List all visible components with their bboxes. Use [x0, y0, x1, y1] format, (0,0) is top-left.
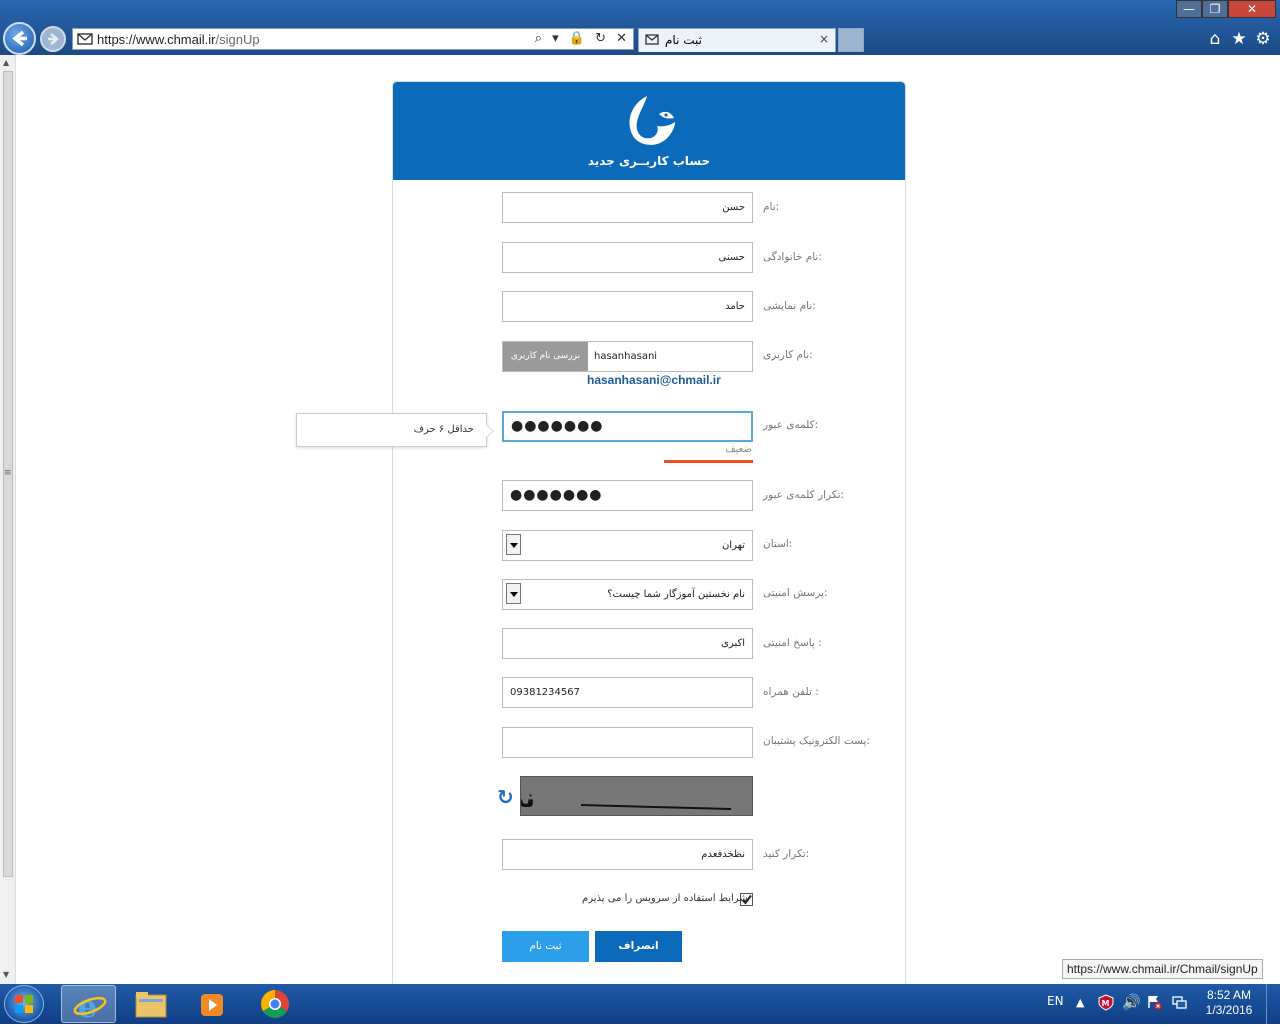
chevron-down-icon[interactable] [506, 534, 521, 555]
internet-explorer-icon: e [73, 990, 107, 1025]
taskbar-internet-explorer[interactable]: e [61, 985, 116, 1025]
captcha-graphic: نظاخدفعدم [391, 784, 732, 814]
security-answer-input[interactable]: اکبری [502, 628, 753, 659]
taskbar: e EN ▲ M 🔊 8:52 AM 1/3/2016 [0, 984, 1280, 1025]
cancel-button[interactable]: انصراف [595, 931, 682, 962]
display-name-input[interactable]: حامد [502, 291, 753, 322]
captcha-image: نظاخدفعدم [391, 776, 753, 816]
forward-icon [48, 33, 59, 45]
password-repeat-label: تکرار کلمه‌ی عبور: [763, 489, 845, 501]
taskbar-media-player[interactable] [185, 985, 240, 1023]
address-url: https://www.chmail.ir/signUp [97, 32, 260, 47]
status-bar-url: https://www.chmail.ir/Chmail/signUp [1062, 959, 1263, 979]
captcha-text: نظاخدفعدم [521, 784, 535, 814]
backup-email-label: پست الکترونیک پشتیبان: [763, 735, 870, 747]
forward-button[interactable] [40, 26, 66, 52]
tooltip-arrow-fill [486, 425, 493, 437]
system-clock[interactable]: 8:52 AM 1/3/2016 [1200, 988, 1258, 1018]
scroll-down-icon[interactable]: ▼ [3, 970, 9, 979]
mobile-label: تلفن همراه : [763, 686, 819, 698]
home-icon[interactable]: ⌂ [1206, 30, 1224, 48]
signup-title: حساب کاربــری جدید [587, 154, 711, 168]
tab-signup[interactable]: ثبت نام × [638, 28, 836, 52]
password-hint-tooltip: حداقل ۶ حرف [296, 413, 494, 447]
display-name-label: نام نمایشی: [763, 300, 816, 312]
svg-text:e: e [78, 990, 97, 1024]
gear-icon[interactable]: ⚙ [1254, 30, 1272, 48]
volume-icon[interactable]: 🔊 [1122, 993, 1141, 1011]
show-desktop-button[interactable] [1266, 984, 1280, 1024]
taskbar-chrome[interactable] [247, 985, 302, 1023]
clock-time: 8:52 AM [1206, 988, 1252, 1002]
media-player-icon [201, 994, 223, 1016]
username-email-preview: hasanhasani@chmail.ir [587, 373, 721, 387]
scroll-up-icon[interactable]: ▲ [3, 58, 9, 67]
terms-label: شرایط استفاده از سرویس را می پذیرم [582, 893, 748, 904]
windows-logo-icon [15, 995, 33, 1013]
url-prefix: https://www. [97, 32, 168, 47]
mobile-input[interactable]: 09381234567 [502, 677, 753, 708]
tab-title: ثبت نام [665, 33, 702, 47]
language-indicator[interactable]: EN [1047, 994, 1064, 1008]
captcha-repeat-label: تکرار کنید: [763, 848, 810, 860]
first-name-input[interactable]: حسن [502, 192, 753, 223]
mail-icon [77, 33, 93, 45]
address-bar[interactable]: https://www.chmail.ir/signUp ⌕ ▾ 🔒 ↻ ✕ [72, 28, 634, 50]
network-icon[interactable] [1171, 994, 1187, 1013]
security-question-label: پرسش امنیتی: [763, 587, 828, 599]
backup-email-input[interactable] [502, 727, 753, 758]
chmail-logo-icon [629, 96, 675, 145]
province-select[interactable]: تهران [502, 530, 753, 561]
maximize-button[interactable]: ❐ [1202, 0, 1228, 18]
chevron-down-icon[interactable] [506, 583, 521, 604]
first-name-label: نام: [763, 201, 780, 213]
captcha-refresh-icon[interactable]: ↻ [497, 785, 514, 809]
tray-expand-icon[interactable]: ▲ [1076, 996, 1084, 1009]
address-controls[interactable]: ⌕ ▾ 🔒 ↻ ✕ [535, 31, 630, 46]
url-path: /signUp [215, 32, 260, 47]
browser-chrome: https://www.chmail.ir/signUp ⌕ ▾ 🔒 ↻ ✕ ث… [0, 0, 1280, 55]
username-label: نام کاربری: [763, 349, 813, 361]
password-repeat-input[interactable]: ●●●●●●● [502, 480, 753, 511]
province-value: تهران [721, 540, 745, 551]
last-name-label: نام خانوادگی: [763, 251, 822, 263]
action-center-icon[interactable] [1146, 994, 1162, 1013]
antivirus-icon[interactable]: M [1098, 994, 1114, 1014]
security-answer-label: پاسخ امنیتی : [763, 637, 822, 649]
taskbar-file-explorer[interactable] [123, 985, 178, 1023]
clock-date: 1/3/2016 [1205, 1003, 1253, 1017]
back-button[interactable] [3, 22, 36, 55]
svg-text:M: M [1102, 999, 1110, 1008]
chrome-icon [261, 990, 289, 1018]
start-button[interactable] [4, 985, 44, 1023]
last-name-input[interactable]: حسنی [502, 242, 753, 273]
check-username-button[interactable]: بررسی نام کاربری [503, 342, 588, 371]
close-window-button[interactable]: ✕ [1228, 0, 1276, 18]
password-strength-bar [664, 460, 753, 463]
tab-close-icon[interactable]: × [819, 32, 829, 46]
province-label: استان: [763, 538, 793, 550]
new-tab-button[interactable] [838, 28, 864, 52]
password-input[interactable]: ●●●●●●● [502, 411, 753, 442]
page-viewport: ▲ ≡ ▼ حساب کاربــری جدید نام: حسن نام خا… [0, 55, 1280, 991]
url-domain: chmail.ir [167, 32, 216, 47]
password-strength-label: ضعیف [725, 444, 752, 455]
password-label: کلمه‌ی عبور: [763, 419, 819, 431]
captcha-repeat-input[interactable]: نظخدفعدم [502, 839, 753, 870]
signup-header: حساب کاربــری جدید [393, 82, 905, 180]
security-question-select[interactable]: نام نخستین آموزگار شما چیست؟ [502, 579, 753, 610]
password-hint-text: حداقل ۶ حرف [413, 424, 474, 435]
tab-mail-icon [645, 34, 659, 45]
folder-icon [135, 992, 167, 1018]
minimize-button[interactable]: — [1176, 0, 1202, 18]
security-question-value: نام نخستین آموزگار شما چیست؟ [607, 589, 745, 600]
scroll-grip-icon: ≡ [4, 468, 12, 478]
back-icon [12, 30, 27, 47]
vertical-scrollbar[interactable]: ▲ ≡ ▼ [0, 55, 16, 984]
star-icon[interactable]: ★ [1230, 30, 1248, 48]
submit-button[interactable]: ثبت نام [502, 931, 589, 962]
